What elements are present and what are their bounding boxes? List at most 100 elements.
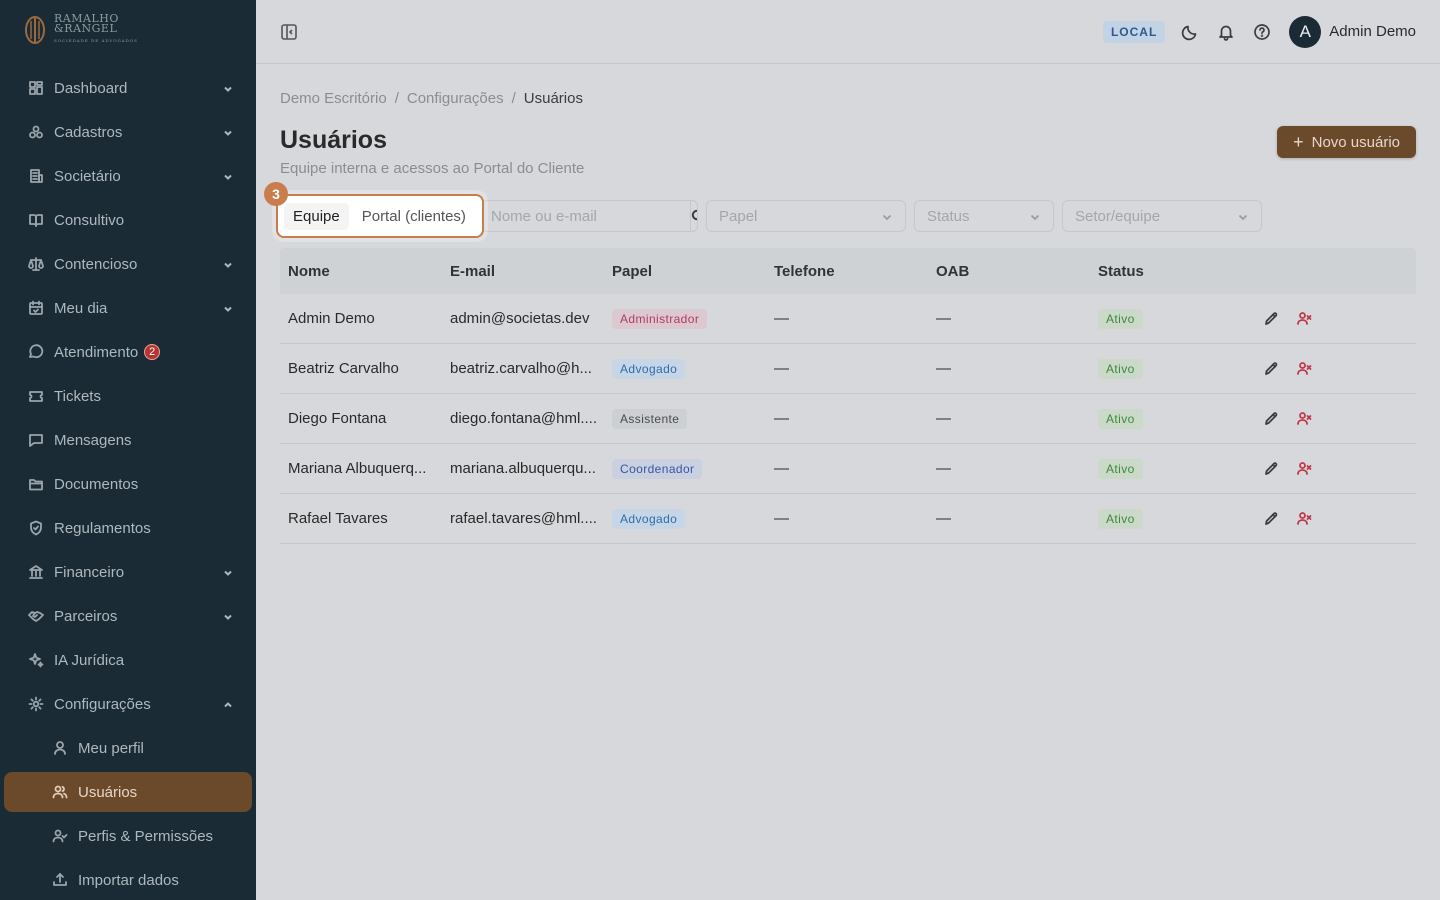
moon-icon[interactable] xyxy=(1181,23,1199,41)
user-email-cell: mariana.albuquerqu... xyxy=(450,460,596,477)
sidebar-subitem-perfis-permissoes[interactable]: Perfis & Permissões xyxy=(0,814,256,858)
column-header-telefone[interactable]: Telefone xyxy=(766,263,928,280)
table-header: Nome E-mail Papel Telefone OAB Status xyxy=(280,248,1416,294)
sidebar-item-label: Contencioso xyxy=(54,255,138,273)
user-phone-cell: — xyxy=(774,410,789,427)
tab-equipe[interactable]: Equipe xyxy=(284,202,349,230)
brand-tagline: SOCIEDADE DE ADVOGADOS xyxy=(54,38,138,43)
sidebar-item-societario[interactable]: Societário xyxy=(0,154,256,198)
edit-icon[interactable] xyxy=(1264,461,1279,476)
table-row[interactable]: Beatriz Carvalho beatriz.carvalho@h... Adv… xyxy=(280,344,1416,394)
sidebar-item-label: IA Jurídica xyxy=(54,651,125,669)
edit-icon[interactable] xyxy=(1264,311,1279,326)
user-status-cell: Ativo xyxy=(1090,458,1252,479)
user-status-cell: Ativo xyxy=(1090,408,1252,429)
chevron-down-icon xyxy=(222,566,234,578)
avatar[interactable]: A xyxy=(1289,15,1322,48)
tab-portal-clientes[interactable]: Portal (clientes) xyxy=(353,203,475,230)
page-title: Usuários xyxy=(280,126,387,154)
calendar-icon xyxy=(28,300,44,316)
user-status-cell: Ativo xyxy=(1090,358,1252,379)
sidebar-item-atendimento[interactable]: Atendimento 2 xyxy=(0,330,256,374)
table-row[interactable]: Mariana Albuquerq... mariana.albuquerqu..… xyxy=(280,444,1416,494)
user-oab-cell: — xyxy=(936,310,951,327)
sidebar-item-label: Dashboard xyxy=(54,79,128,97)
user-role-cell: Advogado xyxy=(604,358,766,379)
user-oab-cell: — xyxy=(936,510,951,527)
sidebar-item-meu-dia[interactable]: Meu dia xyxy=(0,286,256,330)
role-badge: Assistente xyxy=(612,408,688,429)
topbar: LOCAL A Admin Demo xyxy=(256,0,1440,64)
remove-user-icon[interactable] xyxy=(1297,461,1312,476)
sidebar-toggle-icon[interactable] xyxy=(280,23,298,41)
status-select[interactable]: Status xyxy=(914,200,1054,232)
user-name-cell: Admin Demo xyxy=(288,310,375,327)
column-header-oab[interactable]: OAB xyxy=(928,263,1090,280)
new-user-button-label: Novo usuário xyxy=(1311,133,1400,151)
status-badge: Ativo xyxy=(1098,458,1143,479)
sidebar-subitem-label: Usuários xyxy=(78,783,138,801)
column-header-nome[interactable]: Nome xyxy=(280,263,442,280)
chevron-down-icon xyxy=(881,210,893,222)
search-field xyxy=(480,200,698,232)
chevron-down-icon xyxy=(222,126,234,138)
user-type-tabs: Equipe Portal (clientes) xyxy=(276,194,484,238)
sidebar-item-contencioso[interactable]: Contencioso xyxy=(0,242,256,286)
status-badge: Ativo xyxy=(1098,508,1143,529)
sidebar-subitem-usuarios[interactable]: Usuários xyxy=(4,772,252,812)
search-icon xyxy=(691,209,697,221)
edit-icon[interactable] xyxy=(1264,411,1279,426)
new-user-button[interactable]: + Novo usuário xyxy=(1277,126,1416,158)
user-phone-cell: — xyxy=(774,460,789,477)
tour-step-badge: 3 xyxy=(264,182,288,206)
search-button[interactable] xyxy=(690,201,697,231)
role-badge: Advogado xyxy=(612,358,686,379)
user-name[interactable]: Admin Demo xyxy=(1329,23,1416,40)
notification-count-badge: 2 xyxy=(144,344,161,360)
table-row[interactable]: Diego Fontana diego.fontana@hml.... Assist… xyxy=(280,394,1416,444)
column-header-papel[interactable]: Papel xyxy=(604,263,766,280)
sidebar-item-mensagens[interactable]: Mensagens xyxy=(0,418,256,462)
column-header-email[interactable]: E-mail xyxy=(442,263,604,280)
remove-user-icon[interactable] xyxy=(1297,311,1312,326)
role-select[interactable]: Papel xyxy=(706,200,906,232)
edit-icon[interactable] xyxy=(1264,511,1279,526)
sidebar-item-financeiro[interactable]: Financeiro xyxy=(0,550,256,594)
page-subtitle: Equipe interna e acessos ao Portal do Cl… xyxy=(280,160,585,177)
status-badge: Ativo xyxy=(1098,358,1143,379)
remove-user-icon[interactable] xyxy=(1297,361,1312,376)
user-phone-cell: — xyxy=(774,510,789,527)
column-header-status[interactable]: Status xyxy=(1090,263,1252,280)
sidebar-item-label: Financeiro xyxy=(54,563,125,581)
edit-icon[interactable] xyxy=(1264,361,1279,376)
sidebar-item-dashboard[interactable]: Dashboard xyxy=(0,66,256,110)
sector-select[interactable]: Setor/equipe xyxy=(1062,200,1262,232)
help-icon[interactable] xyxy=(1253,23,1271,41)
sidebar-item-label: Parceiros xyxy=(54,607,118,625)
sidebar-item-label: Regulamentos xyxy=(54,519,151,537)
breadcrumb-item-configuracoes[interactable]: Configurações xyxy=(407,90,504,107)
remove-user-icon[interactable] xyxy=(1297,511,1312,526)
table-row[interactable]: Admin Demo admin@societas.dev Administrado… xyxy=(280,294,1416,344)
brand-logo[interactable]: RAMALHO &RANGEL SOCIEDADE DE ADVOGADOS xyxy=(0,0,256,60)
bell-icon[interactable] xyxy=(1217,23,1235,41)
sidebar-item-configuracoes[interactable]: Configurações xyxy=(0,682,256,726)
sidebar-item-cadastros[interactable]: Cadastros xyxy=(0,110,256,154)
sidebar-subitem-importar-dados[interactable]: Importar dados xyxy=(0,858,256,900)
sidebar: RAMALHO &RANGEL SOCIEDADE DE ADVOGADOS D… xyxy=(0,0,256,900)
sidebar-item-documentos[interactable]: Documentos xyxy=(0,462,256,506)
sidebar-item-parceiros[interactable]: Parceiros xyxy=(0,594,256,638)
bank-icon xyxy=(28,564,44,580)
sidebar-subitem-meu-perfil[interactable]: Meu perfil xyxy=(0,726,256,770)
remove-user-icon[interactable] xyxy=(1297,411,1312,426)
table-row[interactable]: Rafael Tavares rafael.tavares@hml.... Advo… xyxy=(280,494,1416,544)
sidebar-item-consultivo[interactable]: Consultivo xyxy=(0,198,256,242)
brand-mark-icon xyxy=(24,15,46,45)
sidebar-item-regulamentos[interactable]: Regulamentos xyxy=(0,506,256,550)
sidebar-item-label: Consultivo xyxy=(54,211,125,229)
sidebar-item-tickets[interactable]: Tickets xyxy=(0,374,256,418)
search-input[interactable] xyxy=(481,201,690,231)
topbar-actions: LOCAL A Admin Demo xyxy=(1102,15,1416,48)
breadcrumb-item-escritorio[interactable]: Demo Escritório xyxy=(280,90,387,107)
sidebar-item-ia-juridica[interactable]: IA Jurídica xyxy=(0,638,256,682)
